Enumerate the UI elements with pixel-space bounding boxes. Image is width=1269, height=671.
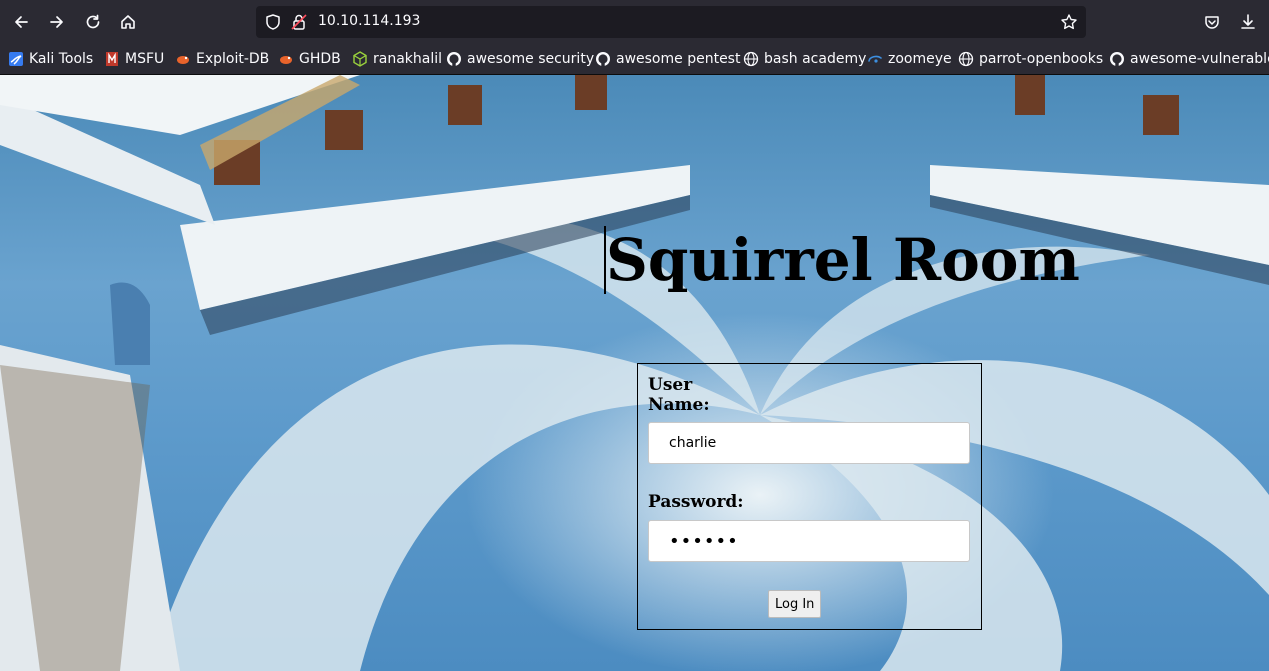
password-label: Password: xyxy=(648,492,744,512)
kali-dragon-icon xyxy=(8,51,24,67)
login-form: User Name: Password: Log In xyxy=(637,363,982,630)
url-text[interactable]: 10.10.114.193 xyxy=(318,13,420,29)
bookmarks-bar: Kali Tools MSFU Exploit-DB GHDB ranakhal… xyxy=(0,44,1269,75)
download-icon xyxy=(1241,14,1255,29)
username-label: User Name: xyxy=(648,375,710,415)
github-icon xyxy=(446,51,462,67)
insecure-lock-icon[interactable] xyxy=(290,13,308,31)
github-icon xyxy=(1109,51,1125,67)
pocket-button[interactable] xyxy=(1198,8,1226,36)
star-icon[interactable] xyxy=(1060,13,1078,31)
arrow-right-icon xyxy=(50,16,63,28)
pocket-icon xyxy=(1205,16,1219,29)
bookmark-awesome-security[interactable]: awesome security xyxy=(446,49,594,69)
bookmark-zoomeye[interactable]: zoomeye xyxy=(867,49,952,69)
github-icon xyxy=(595,51,611,67)
bookmark-awesome-vulnerable[interactable]: awesome-vulnerable xyxy=(1109,49,1269,69)
home-button[interactable] xyxy=(114,8,142,36)
globe-icon xyxy=(958,51,974,67)
zoomeye-icon xyxy=(867,51,883,67)
bookmark-parrot-openbooks[interactable]: parrot-openbooks xyxy=(958,49,1103,69)
reload-icon xyxy=(86,14,100,29)
exploit-db-icon xyxy=(175,51,191,67)
bookmark-ranakhalil[interactable]: ranakhalil xyxy=(352,49,442,69)
password-input[interactable] xyxy=(648,520,970,562)
forward-button[interactable] xyxy=(43,8,71,36)
arrow-left-icon xyxy=(15,16,28,28)
globe-icon xyxy=(743,51,759,67)
bookmark-kali-tools[interactable]: Kali Tools xyxy=(8,49,93,69)
bookmark-awesome-pentest[interactable]: awesome pentest xyxy=(595,49,740,69)
back-button[interactable] xyxy=(7,8,35,36)
bookmark-bash-academy[interactable]: bash academy xyxy=(743,49,866,69)
downloads-button[interactable] xyxy=(1234,8,1262,36)
url-bar[interactable]: 10.10.114.193 xyxy=(256,6,1086,38)
page-content: Squirrel Room User Name: Password: Log I… xyxy=(0,75,1269,671)
login-button[interactable]: Log In xyxy=(768,590,822,618)
home-icon xyxy=(121,15,135,29)
shield-icon[interactable] xyxy=(264,13,282,31)
browser-toolbar: 10.10.114.193 xyxy=(0,0,1269,44)
reload-button[interactable] xyxy=(79,8,107,36)
cube-icon xyxy=(352,51,368,67)
page-title: Squirrel Room xyxy=(606,226,1080,294)
bookmark-ghdb[interactable]: GHDB xyxy=(278,49,341,69)
background-image xyxy=(0,75,1269,671)
username-input[interactable] xyxy=(648,422,970,464)
msfu-icon xyxy=(104,51,120,67)
bookmark-msfu[interactable]: MSFU xyxy=(104,49,164,69)
ghdb-icon xyxy=(278,51,294,67)
bookmark-exploit-db[interactable]: Exploit-DB xyxy=(175,49,269,69)
